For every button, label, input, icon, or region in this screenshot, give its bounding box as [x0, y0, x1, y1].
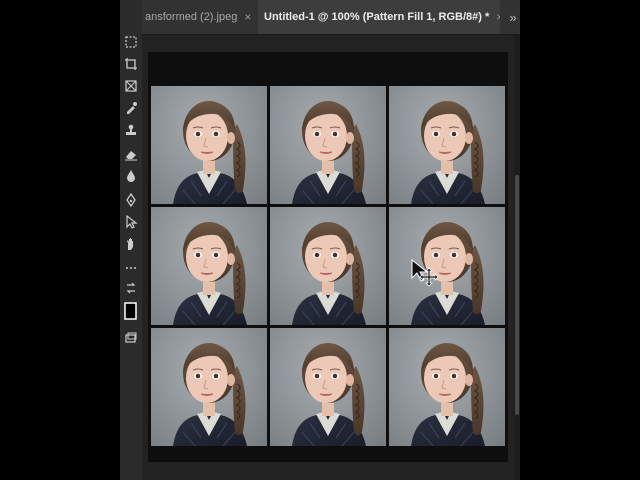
- close-icon[interactable]: ×: [496, 10, 500, 24]
- blur-tool[interactable]: [122, 168, 140, 184]
- portrait-image: [173, 101, 247, 204]
- portrait-image: [411, 222, 485, 325]
- color-swatch-icon: [124, 302, 137, 320]
- pen-tool[interactable]: [122, 192, 140, 208]
- portrait-image: [411, 343, 485, 446]
- eraser-tool[interactable]: [122, 146, 140, 162]
- portrait-image: [411, 101, 485, 204]
- portrait-image: [173, 343, 247, 446]
- marquee-icon: [125, 36, 137, 48]
- more-tools-icon: [126, 267, 136, 269]
- swap-colors[interactable]: [122, 280, 140, 296]
- tab-label: Untitled-1 @ 100% (Pattern Fill 1, RGB/8…: [264, 11, 490, 23]
- document-tab-bar: ansformed (2).jpeg × Untitled-1 @ 100% (…: [142, 0, 520, 35]
- portrait-tile: [270, 86, 386, 204]
- marquee-tool[interactable]: [122, 34, 140, 50]
- scrollbar-thumb[interactable]: [515, 175, 519, 415]
- color-swatch[interactable]: [122, 300, 140, 322]
- portrait-tile: [389, 207, 505, 325]
- stamp-tool[interactable]: [122, 122, 140, 138]
- crop-tool[interactable]: [122, 56, 140, 72]
- crop-icon: [125, 58, 137, 70]
- hand-icon: [127, 238, 133, 250]
- pen-icon: [126, 193, 136, 207]
- tab-overflow-icon[interactable]: »: [506, 0, 520, 34]
- screen-mode-icon: [125, 332, 137, 343]
- eraser-icon: [125, 151, 137, 161]
- portrait-tile: [270, 207, 386, 325]
- portrait-image: [292, 343, 366, 446]
- tools-panel: [120, 0, 143, 480]
- frame-tool[interactable]: [122, 78, 140, 94]
- close-icon[interactable]: ×: [244, 10, 251, 24]
- move-cursor-icon: [411, 258, 439, 287]
- screen-mode[interactable]: [122, 330, 140, 346]
- portrait-tile: [389, 86, 505, 204]
- more-tools[interactable]: [122, 260, 140, 276]
- document-canvas[interactable]: [148, 52, 508, 462]
- tab-label: ansformed (2).jpeg: [145, 11, 238, 23]
- path-select-tool[interactable]: [122, 214, 140, 230]
- portrait-tile: [270, 328, 386, 446]
- portrait-image: [173, 222, 247, 325]
- portrait-tile: [151, 86, 267, 204]
- eyedropper-tool[interactable]: [122, 100, 140, 116]
- blur-icon: [127, 170, 135, 182]
- frame-icon: [125, 80, 137, 92]
- portrait-image: [292, 222, 366, 325]
- tab-transformed[interactable]: ansformed (2).jpeg ×: [142, 0, 254, 34]
- portrait-tile: [151, 207, 267, 325]
- stamp-icon: [126, 124, 136, 135]
- hand-tool[interactable]: [122, 236, 140, 252]
- portrait-tile: [389, 328, 505, 446]
- photoshop-window: ansformed (2).jpeg × Untitled-1 @ 100% (…: [120, 0, 520, 480]
- portrait-tile: [151, 328, 267, 446]
- swap-colors-icon: [126, 282, 136, 294]
- path-select-icon: [126, 215, 138, 229]
- eyedropper-icon: [127, 102, 137, 114]
- portrait-image: [292, 101, 366, 204]
- vertical-scrollbar[interactable]: [514, 35, 520, 480]
- tab-untitled-1[interactable]: Untitled-1 @ 100% (Pattern Fill 1, RGB/8…: [258, 0, 500, 34]
